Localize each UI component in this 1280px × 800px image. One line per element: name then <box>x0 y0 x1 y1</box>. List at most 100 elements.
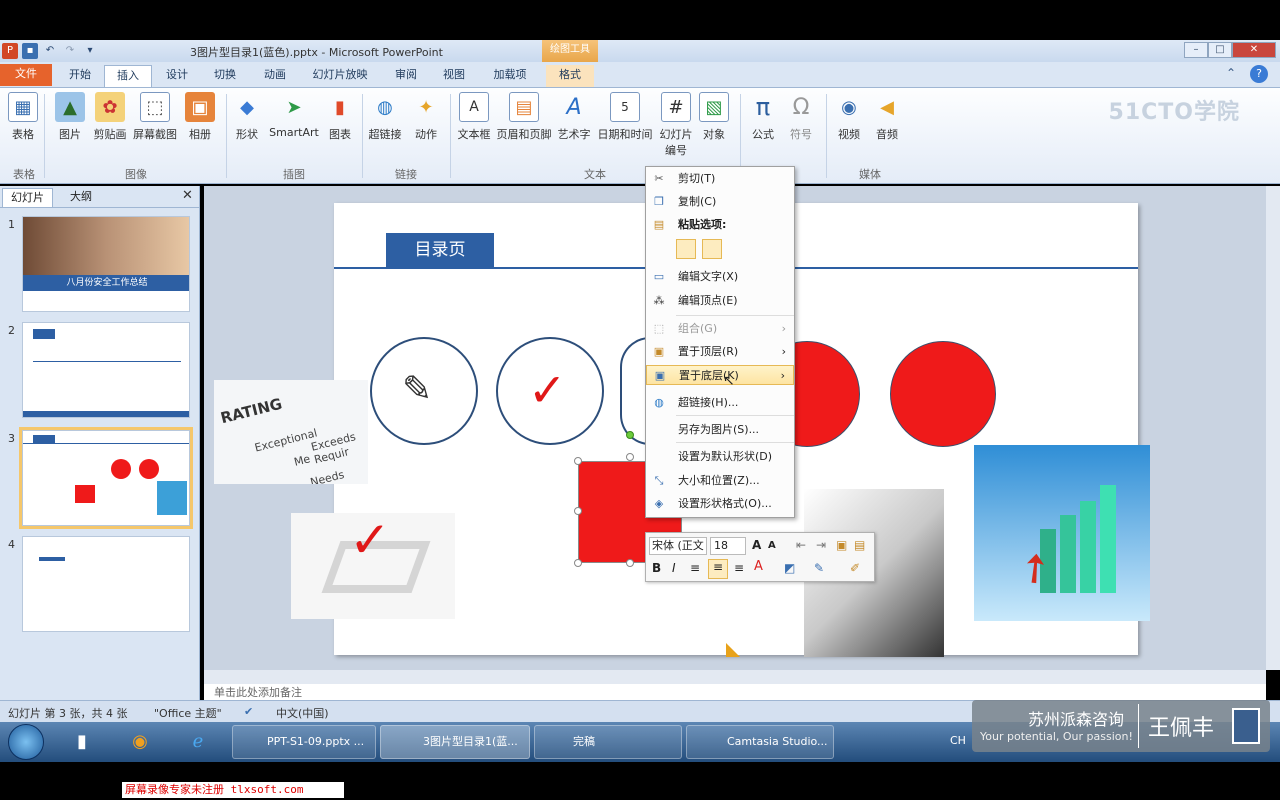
menu-item-format-shape[interactable]: ◈ 设置形状格式(O)... <box>646 494 794 514</box>
slide-thumbnail-3[interactable] <box>19 427 193 529</box>
align-left-icon[interactable]: ≡ <box>690 561 700 575</box>
shrink-font-icon[interactable]: A <box>768 540 776 551</box>
wordart-button[interactable]: A 艺术字 <box>554 92 594 142</box>
font-size-select[interactable]: 18 <box>710 537 746 555</box>
taskbar-item-current-ppt[interactable]: 3图片型目录1(蓝... <box>380 725 530 759</box>
pen-circle-image[interactable]: ✎ <box>370 337 478 445</box>
menu-item-save-as-picture[interactable]: 另存为图片(S)... <box>646 420 794 440</box>
tab-home[interactable]: 开始 <box>58 65 102 87</box>
language-indicator[interactable]: 中文(中国) <box>276 705 329 721</box>
menu-item-copy[interactable]: ❐ 复制(C) <box>646 192 794 212</box>
outline-color-icon[interactable]: ✎ <box>814 561 824 575</box>
tab-animations[interactable]: 动画 <box>254 65 296 87</box>
datetime-button[interactable]: 5 日期和时间 <box>596 92 654 142</box>
input-language-indicator[interactable]: CH <box>950 734 966 747</box>
equation-button[interactable]: π 公式 <box>746 92 780 142</box>
taskbar-item-folder[interactable]: 完稿 <box>534 725 682 759</box>
help-icon[interactable]: ? <box>1250 65 1268 83</box>
font-color-icon[interactable]: A <box>754 559 763 574</box>
tab-view[interactable]: 视图 <box>434 65 474 87</box>
red-circle-shape[interactable] <box>890 341 996 447</box>
powerpoint-icon[interactable]: P <box>2 43 18 59</box>
header-footer-button[interactable]: ▤ 页眉和页脚 <box>496 92 552 142</box>
resize-handle[interactable] <box>626 453 634 461</box>
decrease-indent-icon[interactable]: ⇤ <box>796 538 806 552</box>
maximize-button[interactable]: □ <box>1208 42 1232 58</box>
table-button[interactable]: ▦ 表格 <box>6 92 40 142</box>
notes-pane[interactable]: 单击此处添加备注 <box>204 684 1266 700</box>
tab-slides[interactable]: 幻灯片 <box>2 188 53 208</box>
action-button[interactable]: ✦ 动作 <box>408 92 444 142</box>
resize-handle[interactable] <box>574 507 582 515</box>
start-button[interactable] <box>8 724 44 760</box>
taskbar-item-camtasia[interactable]: Camtasia Studio... <box>686 725 834 759</box>
undo-icon[interactable]: ↶ <box>42 43 58 59</box>
increase-indent-icon[interactable]: ⇥ <box>816 538 826 552</box>
growth-chart-image[interactable]: ➚ <box>974 445 1150 621</box>
tab-file[interactable]: 文件 <box>0 64 52 86</box>
menu-item-size-position[interactable]: ⤡ 大小和位置(Z)... <box>646 471 794 491</box>
menu-item-hyperlink[interactable]: ◍ 超链接(H)... <box>646 393 794 413</box>
menu-item-send-to-back[interactable]: ▣ 置于底层(K) › <box>646 365 794 385</box>
menu-item-bring-to-front[interactable]: ▣ 置于顶层(R) › <box>646 342 794 362</box>
spellcheck-icon[interactable]: ✔ <box>244 705 253 718</box>
vertical-scrollbar[interactable] <box>1266 186 1280 670</box>
taskbar-item-ppt-s1[interactable]: PPT-S1-09.pptx ... <box>232 725 376 759</box>
close-button[interactable]: ✕ <box>1232 42 1276 58</box>
tab-format[interactable]: 格式 <box>546 65 594 87</box>
tab-transitions[interactable]: 切换 <box>204 65 246 87</box>
minimize-button[interactable]: – <box>1184 42 1208 58</box>
screenshot-button[interactable]: ⬚ 屏幕截图 <box>132 92 178 142</box>
customize-qat-icon[interactable]: ▾ <box>82 43 98 59</box>
video-button[interactable]: ◉ 视频 <box>832 92 866 142</box>
audio-button[interactable]: ◀ 音频 <box>870 92 904 142</box>
tab-slideshow[interactable]: 幻灯片放映 <box>302 65 378 87</box>
clipart-button[interactable]: ✿ 剪贴画 <box>90 92 130 142</box>
font-name-select[interactable]: 宋体 (正文 <box>649 537 707 555</box>
smartart-button[interactable]: ➤ SmartArt <box>266 92 322 140</box>
brush-icon[interactable]: ✐ <box>850 561 860 575</box>
resize-handle[interactable] <box>574 457 582 465</box>
phone-icon[interactable]: ▮ <box>66 726 98 758</box>
tab-addins[interactable]: 加载项 <box>482 65 538 87</box>
slide-heading[interactable]: 目录页 <box>386 233 494 267</box>
clear-format-icon[interactable]: ▤ <box>854 538 865 552</box>
menu-item-edit-points[interactable]: ⁂ 编辑顶点(E) <box>646 291 794 311</box>
rotation-handle[interactable] <box>626 431 634 439</box>
ribbon-minimize-icon[interactable]: ⌃ <box>1226 66 1236 80</box>
tab-review[interactable]: 审阅 <box>386 65 426 87</box>
tab-outline[interactable]: 大纲 <box>62 188 100 208</box>
menu-item-edit-text[interactable]: ▭ 编辑文字(X) <box>646 267 794 287</box>
resize-handle[interactable] <box>626 559 634 567</box>
chart-button[interactable]: ▮ 图表 <box>322 92 358 142</box>
slide-number-button[interactable]: # 幻灯片 编号 <box>656 92 696 158</box>
hyperlink-button[interactable]: ◍ 超链接 <box>366 92 404 142</box>
close-panel-icon[interactable]: ✕ <box>182 188 193 203</box>
redo-icon[interactable]: ↷ <box>62 43 78 59</box>
picture-button[interactable]: ▲ 图片 <box>52 92 88 142</box>
outlook-icon[interactable]: ◉ <box>124 726 156 758</box>
grow-font-icon[interactable]: A <box>752 538 761 552</box>
bold-icon[interactable]: B <box>652 561 661 575</box>
align-right-icon[interactable]: ≡ <box>734 561 744 575</box>
checkbox-image[interactable]: ✓ <box>291 511 455 619</box>
check-circle-image[interactable]: ✓ <box>496 337 604 445</box>
resize-handle[interactable] <box>574 559 582 567</box>
paste-picture-icon[interactable] <box>702 239 722 259</box>
slide-thumbnail-2[interactable] <box>22 322 190 418</box>
italic-icon[interactable]: I <box>672 561 676 575</box>
textbox-button[interactable]: A 文本框 <box>454 92 494 142</box>
align-center-icon[interactable]: ≡ <box>708 559 728 579</box>
album-button[interactable]: ▣ 相册 <box>180 92 220 142</box>
format-painter-icon[interactable]: ▣ <box>836 538 847 552</box>
save-icon[interactable]: ▪ <box>22 43 38 59</box>
tab-insert[interactable]: 插入 <box>104 65 152 87</box>
tab-design[interactable]: 设计 <box>156 65 198 87</box>
horizontal-scrollbar[interactable] <box>204 670 1266 684</box>
fill-color-icon[interactable]: ◩ <box>784 561 795 575</box>
shapes-button[interactable]: ◆ 形状 <box>230 92 264 142</box>
object-button[interactable]: ▧ 对象 <box>698 92 730 142</box>
menu-item-cut[interactable]: ✂ 剪切(T) <box>646 169 794 189</box>
symbol-button[interactable]: Ω 符号 <box>784 92 818 142</box>
rating-image[interactable]: RATING Exceptional Exceeds Requir Me Nee… <box>214 380 368 484</box>
